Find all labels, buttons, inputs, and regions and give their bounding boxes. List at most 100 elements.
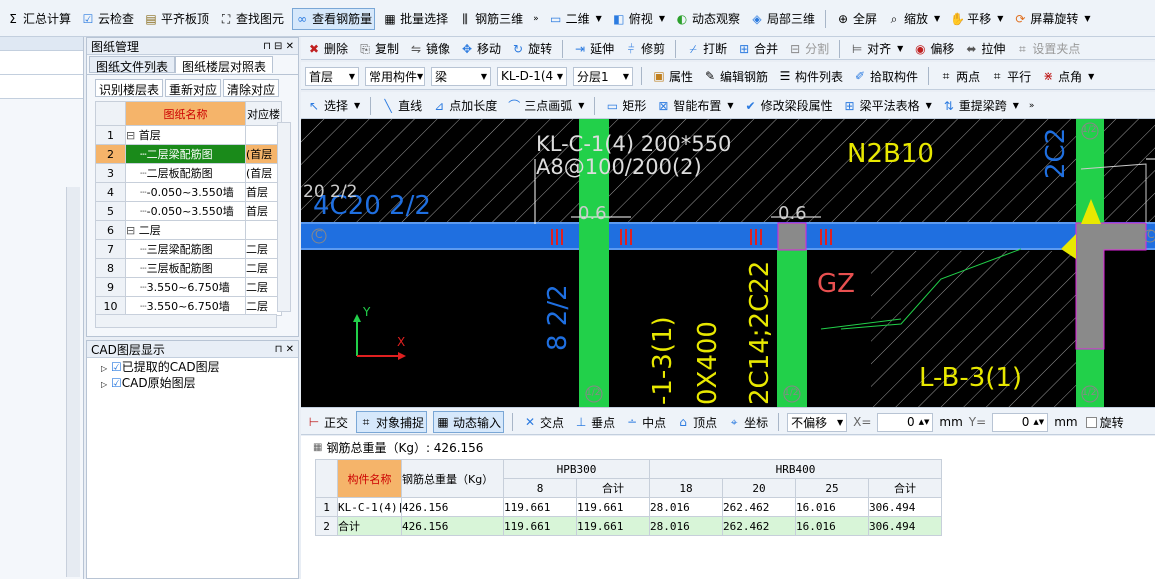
drawing-name-cell[interactable]: ┄二层梁配筋图 [125,144,246,164]
label-2c14[interactable]: 2C14;2C22 [745,261,775,405]
beam-kl[interactable] [301,222,1155,250]
rebar-3d-button[interactable]: ⫼ 钢筋三维 [456,8,525,30]
left-nav-row[interactable] [0,51,83,75]
offset-button[interactable]: ◉ 偏移 [911,38,956,60]
cad-layer-extracted[interactable]: ▷ ☑已提取的CAD图层 [101,360,284,376]
value-cell[interactable]: 119.661 [503,497,577,517]
table-row[interactable]: 6 ⊟ 二层 [95,220,282,240]
drawing-name-cell[interactable]: ┄-0.050~3.550墙 [125,182,246,202]
value-cell[interactable]: 306.494 [868,497,942,517]
split-button[interactable]: ⊟ 分割 [786,38,831,60]
value-cell[interactable]: 119.661 [576,516,650,536]
copy-button[interactable]: ⎘ 复制 [356,38,401,60]
drawing-name-cell[interactable]: ┄3.550~6.750墙 [125,277,246,297]
properties-button[interactable]: ▣ 属性 [650,65,695,87]
value-cell[interactable]: 262.462 [722,516,796,536]
pin-icon[interactable]: ⊓ ⊟ ✕ [263,41,294,52]
pin-icon[interactable]: ⊓ ✕ [275,344,294,355]
cad-layer-original[interactable]: ▷ ☑CAD原始图层 [101,376,284,392]
floor-select[interactable]: 首层 ▼ [305,66,359,86]
table-row[interactable]: 9 ┄3.550~6.750墙 二层 [95,277,282,297]
layer-select[interactable]: 分层1 ▼ [573,66,633,86]
local-3d-button[interactable]: ◈ 局部三维 [748,8,817,30]
label-gz[interactable]: GZ [817,269,855,299]
table-row[interactable]: 7 ┄三层梁配筋图 二层 [95,239,282,259]
checkbox-icon[interactable]: ☑ [111,360,122,374]
gz-column[interactable] [1075,222,1147,350]
value-cell[interactable]: 28.016 [649,516,723,536]
delete-button[interactable]: ✖ 删除 [305,38,350,60]
member-name-cell[interactable]: 合计 [337,516,402,536]
label-0x400[interactable]: 0X400 [693,321,723,405]
more-button[interactable]: » [531,8,541,30]
value-cell[interactable]: 119.661 [576,497,650,517]
table-row[interactable]: 3 ┄二层板配筋图 (首层 [95,163,282,183]
merge-button[interactable]: ⊞ 合并 [735,38,780,60]
drawing-name-cell[interactable]: ┄3.550~6.750墙 [125,296,246,316]
value-cell[interactable]: 426.156 [401,497,504,517]
drawing-name-cell[interactable]: ┄三层梁配筋图 [125,239,246,259]
cad-canvas[interactable]: KL-C-1(4) 200*550 A8@100/200(2) N2B10 4C… [301,119,1155,407]
two-points-button[interactable]: ⌗ 两点 [937,65,982,87]
column-green[interactable] [777,250,807,407]
break-button[interactable]: ⌿ 打断 [684,38,729,60]
checkbox-icon[interactable]: ☑ [111,376,122,390]
line-button[interactable]: ╲ 直线 [379,95,424,117]
beam-label-2[interactable]: A8@100/200(2) [536,156,702,178]
snap-intersection-button[interactable]: ✕ 交点 [521,411,566,433]
smart-layout-button[interactable]: ⊠ 智能布置 ▼ [654,95,735,117]
expand-icon[interactable]: ▷ [101,380,107,389]
extend-button[interactable]: ⇥ 延伸 [571,38,616,60]
three-point-arc-button[interactable]: ⌒ 三点画弧 ▼ [505,95,586,117]
label-l-b-3[interactable]: L-B-3(1) [919,363,1022,393]
value-cell[interactable]: 262.462 [722,497,796,517]
gz-gray-block[interactable] [777,222,807,251]
parallel-button[interactable]: ⌗ 平行 [988,65,1033,87]
value-cell[interactable]: 306.494 [868,516,942,536]
clear-map-button[interactable]: 清除对应 [223,79,280,97]
expand-icon[interactable]: ▷ [101,364,107,373]
table-row[interactable]: 2 ┄二层梁配筋图 (首层 [95,144,282,164]
table-row[interactable]: 4 ┄-0.050~3.550墙 首层 [95,182,282,202]
snap-vertex-button[interactable]: ⌂ 顶点 [674,411,719,433]
label-06-b[interactable]: 0.6 [778,203,807,224]
pan-button[interactable]: ✋ 平移 ▼ [948,8,1005,30]
checkbox-icon[interactable] [1085,416,1097,428]
label-n2b10[interactable]: N2B10 [847,139,934,169]
point-length-button[interactable]: ⊿ 点加长度 [430,95,499,117]
element-select[interactable]: KL-D-1(4 ▼ [497,66,567,86]
col-member-name[interactable]: 构件名称 [337,459,402,498]
mirror-button[interactable]: ⇋ 镜像 [407,38,452,60]
remap-button[interactable]: 重新对应 [165,79,222,97]
snap-perpendicular-button[interactable]: ⊥ 垂点 [572,411,617,433]
table-row[interactable]: 2 合计 426.156 119.661 119.661 28.016 262.462 16.… [315,516,942,536]
table-row[interactable]: 1 KL-C-1(4)[426.156 119.661 119.661 28.016 26… [315,497,942,517]
label-20[interactable]: 20 2/2 [303,182,357,202]
zoom-button[interactable]: ⌕ 缩放 ▼ [885,8,942,30]
dynamic-orbit-button[interactable]: ◐ 动态观察 [673,8,742,30]
align-button[interactable]: ⊨ 对齐 ▼ [848,38,905,60]
drawing-table-vscroll[interactable] [277,122,291,312]
set-grip-button[interactable]: ⌗ 设置夹点 [1013,38,1082,60]
collapse-icon[interactable]: ⊟ [127,129,139,142]
drawing-name-cell[interactable]: ┄二层板配筋图 [125,163,246,183]
beam-table-button[interactable]: ⊞ 梁平法表格 ▼ [841,95,934,117]
left-nav-scrollbar[interactable] [66,187,80,577]
summary-calc-button[interactable]: Σ 汇总计算 [4,8,73,30]
beam-label-1[interactable]: KL-C-1(4) 200*550 [536,133,731,155]
move-button[interactable]: ✥ 移动 [458,38,503,60]
find-element-button[interactable]: ⛶ 查找图元 [217,8,286,30]
re-extract-span-button[interactable]: ⇅ 重提梁跨 ▼ [940,95,1021,117]
collapse-icon[interactable]: ⊟ [127,224,139,237]
stretch-button[interactable]: ⬌ 拉伸 [962,38,1007,60]
pick-element-button[interactable]: ✐ 拾取构件 [851,65,920,87]
view-2d-button[interactable]: ▭ 二维 ▼ [547,8,604,30]
snap-coordinate-button[interactable]: ⌖ 坐标 [725,411,770,433]
cloud-check-button[interactable]: ☑ 云检查 [79,8,136,30]
left-nav-row[interactable] [0,75,83,99]
point-angle-button[interactable]: ⋇ 点角 ▼ [1039,65,1096,87]
value-cell[interactable]: 28.016 [649,497,723,517]
type-select[interactable]: 梁 ▼ [431,66,491,86]
y-input[interactable]: 0 ▲▼ [992,412,1049,432]
identify-floor-table-button[interactable]: 识别楼层表 [95,79,164,97]
